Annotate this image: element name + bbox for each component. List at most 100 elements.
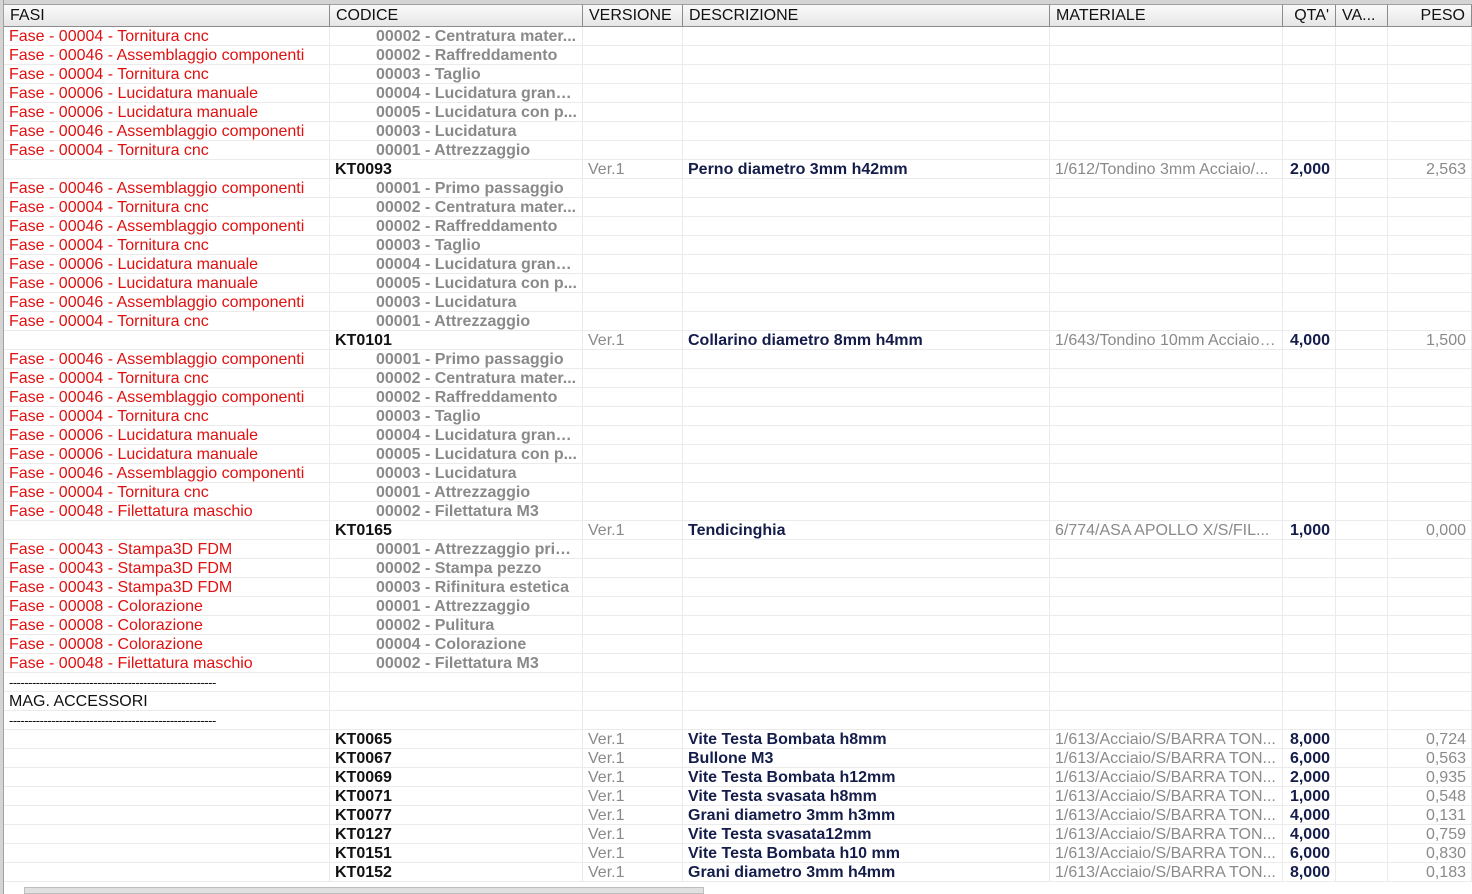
phase-row[interactable]: Fase - 00008 - Colorazione 00004 - Colora… (4, 635, 1472, 654)
operation-cell: 00001 - Primo passaggio (330, 350, 583, 369)
phase-row[interactable]: Fase - 00004 - Tornitura cnc 00002 - Cent… (4, 198, 1472, 217)
table-cell (1283, 407, 1336, 426)
quantity-cell: 8,000 (1283, 730, 1336, 749)
item-row[interactable]: KT0127 Ver.1 Vite Testa svasata12mm 1/613/A… (4, 825, 1472, 844)
table-cell (1283, 312, 1336, 331)
operation-cell: 00003 - Lucidatura (330, 464, 583, 483)
phase-row[interactable]: Fase - 00004 - Tornitura cnc 00001 - Attr… (4, 312, 1472, 331)
phase-row[interactable]: Fase - 00006 - Lucidatura manuale 00005 -… (4, 103, 1472, 122)
code-cell: KT0127 (330, 825, 583, 844)
phase-row[interactable]: Fase - 00046 - Assemblaggio componenti 00… (4, 293, 1472, 312)
item-row[interactable]: KT0071 Ver.1 Vite Testa svasata h8mm 1/613/… (4, 787, 1472, 806)
phase-row[interactable]: Fase - 00006 - Lucidatura manuale 00004 -… (4, 255, 1472, 274)
item-row[interactable]: KT0151 Ver.1 Vite Testa Bombata h10 mm 1/61… (4, 844, 1472, 863)
operation-cell: 00003 - Lucidatura (330, 293, 583, 312)
phase-row[interactable]: Fase - 00004 - Tornitura cnc 00001 - Attr… (4, 141, 1472, 160)
section-row[interactable]: ----------------------------------------… (4, 673, 1472, 692)
column-header-peso[interactable]: PESO (1388, 5, 1472, 26)
table-cell (1283, 464, 1336, 483)
phase-row[interactable]: Fase - 00004 - Tornitura cnc 00003 - Tagl… (4, 236, 1472, 255)
phase-row[interactable]: Fase - 00048 - Filettatura maschio 00002 … (4, 502, 1472, 521)
table-cell (4, 160, 330, 179)
phase-row[interactable]: Fase - 00006 - Lucidatura manuale 00005 -… (4, 445, 1472, 464)
phase-row[interactable]: Fase - 00006 - Lucidatura manuale 00004 -… (4, 84, 1472, 103)
item-row[interactable]: KT0067 Ver.1 Bullone M3 1/613/Acciaio/S/BAR… (4, 749, 1472, 768)
table-cell (683, 122, 1050, 141)
table-cell (1388, 578, 1472, 597)
table-cell (4, 730, 330, 749)
version-cell: Ver.1 (583, 331, 683, 350)
operation-cell: 00002 - Filettatura M3 (330, 654, 583, 673)
column-header-codice[interactable]: CODICE (330, 5, 583, 26)
table-cell (1336, 635, 1388, 654)
table-cell (4, 749, 330, 768)
column-header-va[interactable]: VA... (1336, 5, 1388, 26)
column-header-descrizione[interactable]: DESCRIZIONE (683, 5, 1050, 26)
column-header-materiale[interactable]: MATERIALE (1050, 5, 1283, 26)
weight-cell: 1,500 (1388, 331, 1472, 350)
item-row[interactable]: KT0077 Ver.1 Grani diametro 3mm h3mm 1/613/… (4, 806, 1472, 825)
item-row[interactable]: KT0069 Ver.1 Vite Testa Bombata h12mm 1/613… (4, 768, 1472, 787)
column-header-versione[interactable]: VERSIONE (583, 5, 683, 26)
separator-line: ----------------------------------------… (4, 673, 330, 692)
horizontal-scrollbar[interactable] (24, 887, 704, 894)
column-header-qta[interactable]: QTA' (1283, 5, 1336, 26)
table-cell (583, 654, 683, 673)
code-cell: KT0151 (330, 844, 583, 863)
item-row[interactable]: KT0152 Ver.1 Grani diametro 3mm h4mm 1/613/… (4, 863, 1472, 882)
table-cell (1050, 46, 1283, 65)
phase-row[interactable]: Fase - 00004 - Tornitura cnc 00002 - Cent… (4, 27, 1472, 46)
table-cell (683, 369, 1050, 388)
item-row[interactable]: KT0165 Ver.1 Tendicinghia 6/774/ASA APOLLO … (4, 521, 1472, 540)
phase-row[interactable]: Fase - 00043 - Stampa3D FDM 00002 - Stamp… (4, 559, 1472, 578)
table-cell (1283, 654, 1336, 673)
phase-row[interactable]: Fase - 00046 - Assemblaggio componenti 00… (4, 217, 1472, 236)
phase-row[interactable]: Fase - 00046 - Assemblaggio componenti 00… (4, 388, 1472, 407)
table-cell (1283, 673, 1336, 692)
table-cell (1050, 578, 1283, 597)
phase-row[interactable]: Fase - 00004 - Tornitura cnc 00003 - Tagl… (4, 65, 1472, 84)
section-row[interactable]: ----------------------------------------… (4, 711, 1472, 730)
phase-row[interactable]: Fase - 00004 - Tornitura cnc 00001 - Attr… (4, 483, 1472, 502)
table-cell (683, 673, 1050, 692)
phase-row[interactable]: Fase - 00043 - Stampa3D FDM 00003 - Rifin… (4, 578, 1472, 597)
phase-cell: Fase - 00006 - Lucidatura manuale (4, 426, 330, 445)
phase-row[interactable]: Fase - 00046 - Assemblaggio componenti 00… (4, 46, 1472, 65)
code-cell: KT0069 (330, 768, 583, 787)
phase-row[interactable]: Fase - 00008 - Colorazione 00002 - Pulitu… (4, 616, 1472, 635)
item-row[interactable]: KT0093 Ver.1 Perno diametro 3mm h42mm 1/612… (4, 160, 1472, 179)
phase-row[interactable]: Fase - 00046 - Assemblaggio componenti 00… (4, 464, 1472, 483)
material-cell: 6/774/ASA APOLLO X/S/FIL... (1050, 521, 1283, 540)
phase-row[interactable]: Fase - 00046 - Assemblaggio componenti 00… (4, 122, 1472, 141)
phase-row[interactable]: Fase - 00006 - Lucidatura manuale 00005 -… (4, 274, 1472, 293)
item-row[interactable]: KT0065 Ver.1 Vite Testa Bombata h8mm 1/613/… (4, 730, 1472, 749)
table-cell (683, 445, 1050, 464)
table-cell (1388, 711, 1472, 730)
table-cell (1388, 388, 1472, 407)
phase-row[interactable]: Fase - 00048 - Filettatura maschio 00002 … (4, 654, 1472, 673)
table-cell (1283, 217, 1336, 236)
table-cell (1050, 711, 1283, 730)
phase-row[interactable]: Fase - 00008 - Colorazione 00001 - Attrez… (4, 597, 1472, 616)
table-cell (4, 863, 330, 882)
section-row[interactable]: MAG. ACCESSORI (4, 692, 1472, 711)
table-cell (683, 407, 1050, 426)
operation-cell: 00004 - Colorazione (330, 635, 583, 654)
table-cell (583, 426, 683, 445)
description-cell: Collarino diametro 8mm h4mm (683, 331, 1050, 350)
item-row[interactable]: KT0101 Ver.1 Collarino diametro 8mm h4mm 1/… (4, 331, 1472, 350)
bom-grid[interactable]: FASI CODICE VERSIONE DESCRIZIONE MATERIA… (4, 4, 1472, 882)
phase-row[interactable]: Fase - 00004 - Tornitura cnc 00003 - Tagl… (4, 407, 1472, 426)
operation-cell: 00002 - Centratura mater... (330, 27, 583, 46)
phase-row[interactable]: Fase - 00006 - Lucidatura manuale 00004 -… (4, 426, 1472, 445)
table-cell (1388, 445, 1472, 464)
phase-row[interactable]: Fase - 00046 - Assemblaggio componenti 00… (4, 179, 1472, 198)
table-cell (583, 350, 683, 369)
column-header-fasi[interactable]: FASI (4, 5, 330, 26)
phase-row[interactable]: Fase - 00043 - Stampa3D FDM 00001 - Attre… (4, 540, 1472, 559)
phase-row[interactable]: Fase - 00046 - Assemblaggio componenti 00… (4, 350, 1472, 369)
phase-row[interactable]: Fase - 00004 - Tornitura cnc 00002 - Cent… (4, 369, 1472, 388)
table-cell (1050, 483, 1283, 502)
operation-cell: 00001 - Attrezzaggio (330, 141, 583, 160)
table-cell (1283, 84, 1336, 103)
